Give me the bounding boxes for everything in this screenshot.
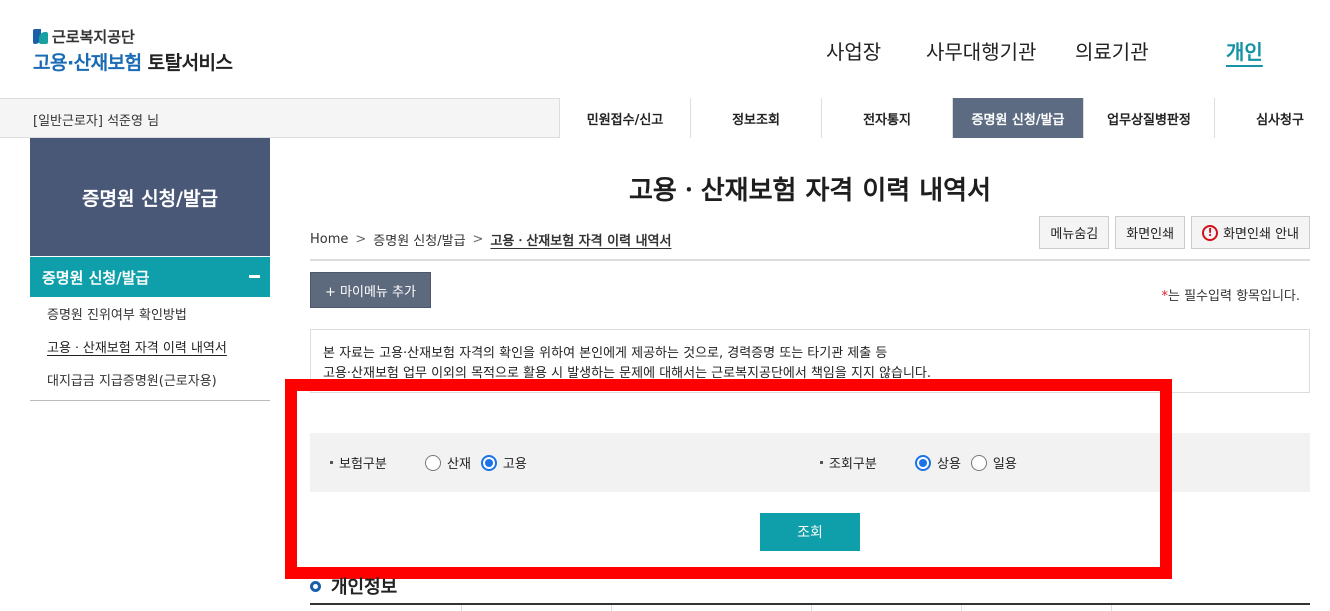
print-button[interactable]: 화면인쇄	[1115, 216, 1186, 249]
top-nav-personal[interactable]: 개인	[1226, 36, 1263, 65]
utility-buttons: 메뉴숨김 화면인쇄 ! 화면인쇄 안내	[1039, 216, 1310, 249]
radio-industrial-accident[interactable]: 산재	[425, 453, 471, 472]
minus-icon[interactable]	[249, 275, 260, 278]
section-title: 개인정보	[310, 573, 397, 599]
insurance-type-label: 보험구분	[339, 457, 387, 472]
service-name-dark: 토탈서비스	[147, 52, 233, 74]
comwel-logo-icon	[33, 28, 48, 44]
page: 근로복지공단 고용·산재보험 토탈서비스 사업장 사무대행기관 의료기관 개인 […	[0, 0, 1330, 611]
print-guide-label: 화면인쇄 안내	[1223, 227, 1299, 242]
personal-info-table	[310, 605, 1310, 611]
sidebar-item-verify[interactable]: 증명원 진위여부 확인방법	[30, 297, 270, 330]
global-menu-bar: [일반근로자] 석준영 님 민원접수/신고 정보조회 전자통지 증명원 신청/발…	[0, 98, 1330, 138]
required-note-text: 는 필수입력 항목입니다.	[1168, 289, 1300, 304]
sidebar-item-wage-certificate[interactable]: 대지급금 지급증명원(근로자용)	[30, 363, 270, 396]
breadcrumb-category[interactable]: 증명원 신청/발급	[373, 230, 465, 249]
top-nav-agency[interactable]: 사무대행기관	[926, 36, 1036, 65]
insurance-type-field: 보험구분 산재 고용	[330, 433, 537, 492]
user-name: [일반근로자] 석준영 님	[33, 114, 160, 129]
bullet-icon	[820, 461, 823, 464]
gnb-e-notice[interactable]: 전자통지	[821, 98, 952, 138]
sidebar-list: 증명원 진위여부 확인방법 고용ㆍ산재보험 자격 이력 내역서 대지급금 지급증…	[30, 297, 270, 401]
page-title: 고용ㆍ산재보험 자격 이력 내역서	[628, 176, 992, 206]
radio-icon[interactable]	[970, 454, 987, 471]
add-my-menu-button[interactable]: + 마이메뉴 추가	[310, 272, 431, 308]
query-type-label: 조회구분	[829, 457, 877, 472]
divider	[310, 259, 1310, 261]
radio-employment[interactable]: 고용	[480, 453, 527, 472]
notice-line-1: 본 자료는 고용·산재보험 자격의 확인을 위하여 본인에게 제공하는 것으로,…	[323, 346, 888, 361]
sidebar-title: 증명원 신청/발급	[30, 138, 270, 256]
sidebar-item-insurance-history[interactable]: 고용ㆍ산재보험 자격 이력 내역서	[30, 330, 270, 363]
top-nav-medical[interactable]: 의료기관	[1075, 36, 1149, 65]
radio-regular[interactable]: 상용	[915, 453, 961, 472]
gnb-occupational-disease[interactable]: 업무상질병판정	[1083, 98, 1214, 138]
service-name-blue: 고용·산재보험	[33, 52, 142, 74]
chevron-right-icon: >	[472, 232, 484, 247]
circle-bullet-icon	[310, 580, 321, 592]
radio-label: 일용	[992, 457, 1017, 472]
radio-label: 상용	[937, 457, 961, 472]
radio-checked-icon[interactable]	[915, 454, 931, 471]
breadcrumb-current[interactable]: 고용ㆍ산재보험 자격 이력 내역서	[490, 230, 671, 249]
chevron-right-icon: >	[355, 232, 367, 247]
global-menu: 민원접수/신고 정보조회 전자통지 증명원 신청/발급 업무상질병판정 심사청구	[559, 98, 1330, 138]
gnb-info-inquiry[interactable]: 정보조회	[690, 98, 821, 138]
breadcrumb: Home > 증명원 신청/발급 > 고용ㆍ산재보험 자격 이력 내역서	[310, 230, 671, 249]
sidebar-current-label: 증명원 신청/발급	[42, 268, 150, 287]
section-title-text: 개인정보	[331, 577, 398, 598]
gnb-certificate[interactable]: 증명원 신청/발급	[952, 98, 1083, 138]
print-guide-button[interactable]: ! 화면인쇄 안내	[1191, 216, 1310, 249]
radio-checked-icon[interactable]	[480, 454, 497, 471]
notice-box: 본 자료는 고용·산재보험 자격의 확인을 위하여 본인에게 제공하는 것으로,…	[310, 329, 1310, 393]
required-note: *는 필수입력 항목입니다.	[1162, 285, 1301, 304]
radio-label: 산재	[447, 457, 471, 472]
top-nav-workplace[interactable]: 사업장	[826, 36, 881, 65]
search-button[interactable]: 조회	[760, 513, 860, 551]
radio-label: 고용	[502, 457, 527, 472]
bullet-icon	[330, 461, 333, 464]
gnb-complaint[interactable]: 민원접수/신고	[559, 98, 690, 138]
notice-line-2: 고용·산재보험 업무 이외의 목적으로 활용 시 발생하는 문제에 대해서는 근…	[323, 366, 932, 381]
logo[interactable]: 근로복지공단 고용·산재보험 토탈서비스	[33, 26, 233, 75]
hide-menu-button[interactable]: 메뉴숨김	[1039, 216, 1110, 249]
exclamation-circle-icon: !	[1202, 224, 1219, 241]
search-form: 보험구분 산재 고용 조회구분 상용 일용	[310, 433, 1310, 492]
sidebar-current-menu[interactable]: 증명원 신청/발급	[30, 257, 270, 297]
org-name: 근로복지공단	[52, 27, 135, 46]
query-type-field: 조회구분 상용 일용	[820, 433, 1027, 492]
radio-icon[interactable]	[425, 454, 441, 471]
gnb-review-request[interactable]: 심사청구	[1214, 98, 1330, 138]
radio-daily[interactable]: 일용	[970, 453, 1017, 472]
breadcrumb-home[interactable]: Home	[310, 232, 348, 247]
